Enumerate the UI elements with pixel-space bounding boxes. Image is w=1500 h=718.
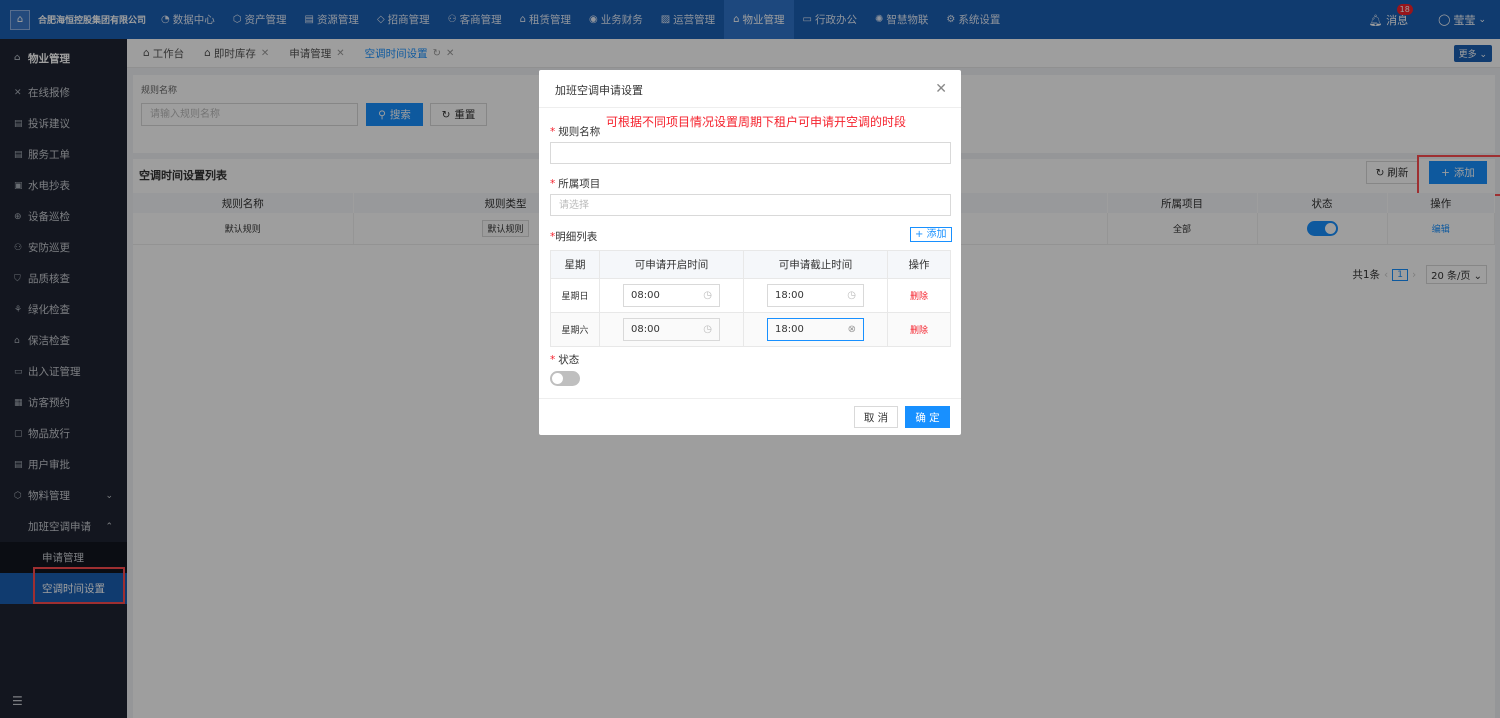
- dialog-title: 加班空调申请设置: [555, 84, 643, 97]
- dialog-divider: [539, 107, 961, 108]
- confirm-button[interactable]: 确 定: [905, 406, 950, 428]
- status-label: * 状态: [550, 354, 580, 366]
- weekday-cell: 星期六: [550, 312, 600, 347]
- operation-cell: 删除: [887, 278, 951, 313]
- close-icon[interactable]: ✕: [935, 81, 947, 97]
- start-time-picker[interactable]: 08:00 ◷: [623, 284, 720, 307]
- end-time-picker[interactable]: 18:00 ⊗: [767, 318, 864, 341]
- column-weekday: 星期: [550, 250, 600, 279]
- table-row: 星期六 08:00 ◷ 18:00 ⊗ 删除: [550, 312, 951, 347]
- end-time-picker[interactable]: 18:00 ◷: [767, 284, 864, 307]
- cancel-button[interactable]: 取 消: [854, 406, 898, 428]
- column-end-time: 可申请截止时间: [743, 250, 888, 279]
- start-time-cell: 08:00 ◷: [599, 312, 744, 347]
- end-time-cell: 18:00 ◷: [743, 278, 888, 313]
- delete-link[interactable]: 删除: [910, 326, 928, 336]
- weekday-cell: 星期日: [550, 278, 600, 313]
- project-label: * 所属项目: [550, 178, 601, 190]
- rule-name-label: * 规则名称: [550, 126, 601, 138]
- dialog-footer-divider: [539, 398, 961, 399]
- end-time-cell: 18:00 ⊗: [743, 312, 888, 347]
- settings-dialog: 加班空调申请设置 ✕ * 规则名称 可根据不同项目情况设置周期下租户可申请开空调的…: [539, 70, 961, 435]
- clock-icon: ◷: [703, 324, 712, 335]
- clock-icon: ◷: [703, 290, 712, 301]
- operation-cell: 删除: [887, 312, 951, 347]
- column-operation: 操作: [887, 250, 951, 279]
- clear-icon[interactable]: ⊗: [848, 324, 856, 335]
- rule-name-input[interactable]: [550, 142, 951, 164]
- detail-add-button[interactable]: + 添加: [910, 227, 952, 242]
- project-select[interactable]: [550, 194, 951, 216]
- annotation-text: 可根据不同项目情况设置周期下租户可申请开空调的时段: [606, 115, 907, 129]
- status-toggle[interactable]: [550, 371, 580, 386]
- start-time-cell: 08:00 ◷: [599, 278, 744, 313]
- detail-label: *明细列表: [550, 231, 598, 243]
- clock-icon: ◷: [847, 290, 856, 301]
- detail-table: 星期 可申请开启时间 可申请截止时间 操作 星期日 08:00 ◷ 18:00 ◷ …: [550, 250, 951, 347]
- start-time-picker[interactable]: 08:00 ◷: [623, 318, 720, 341]
- table-row: 星期日 08:00 ◷ 18:00 ◷ 删除: [550, 278, 951, 313]
- column-start-time: 可申请开启时间: [599, 250, 744, 279]
- detail-header: 星期 可申请开启时间 可申请截止时间 操作: [550, 250, 951, 279]
- delete-link[interactable]: 删除: [910, 292, 928, 302]
